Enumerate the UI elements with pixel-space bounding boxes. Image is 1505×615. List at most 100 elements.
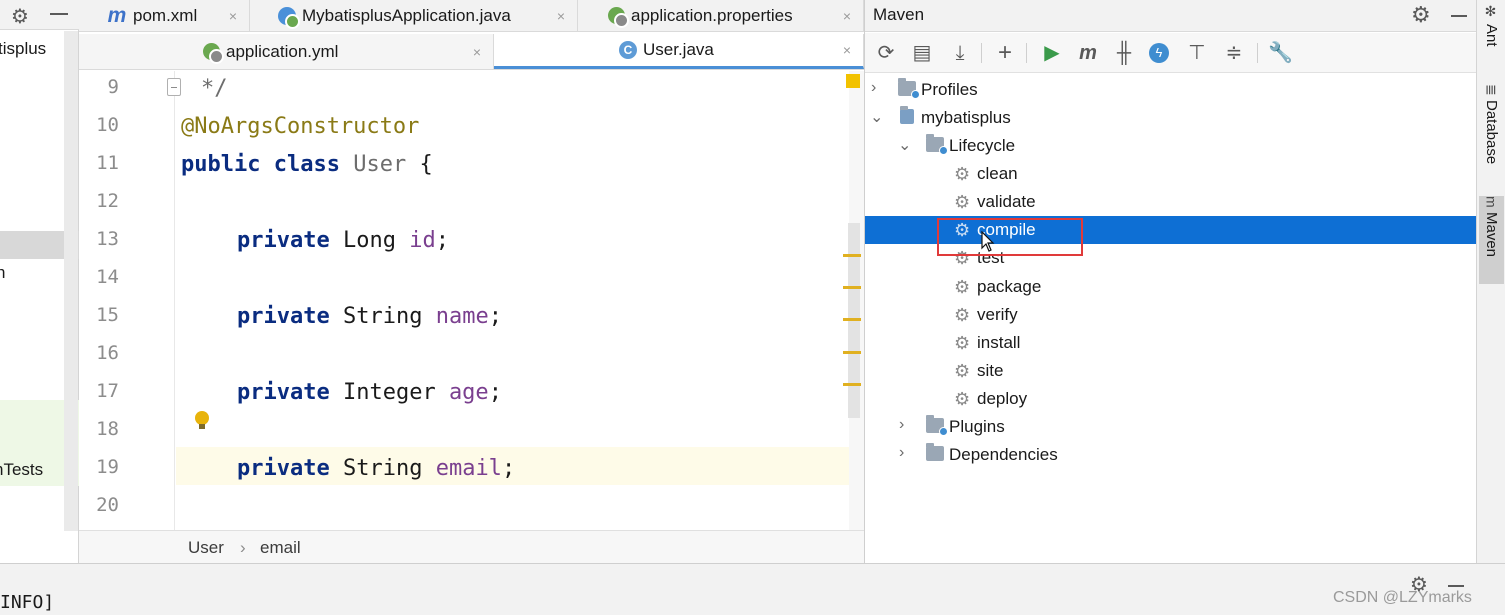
chevron-right-icon[interactable]: ›	[899, 416, 904, 434]
tree-item-phase-package[interactable]: ⚙ package	[865, 273, 1477, 301]
tree-item-phase-verify[interactable]: ⚙ verify	[865, 301, 1477, 329]
project-item-tests[interactable]: nTests	[0, 460, 43, 480]
java-class-icon: C	[619, 41, 637, 59]
minimize-icon[interactable]	[1451, 15, 1467, 17]
tree-label: mybatisplus	[921, 108, 1011, 127]
line-number: 19	[96, 456, 119, 478]
field-email: email	[435, 456, 502, 481]
offline-icon[interactable]: ϟ	[1149, 43, 1169, 63]
chevron-right-icon: ›	[240, 538, 246, 557]
tab-application-yml[interactable]: application.yml ×	[79, 34, 494, 69]
dependencies-folder-icon	[926, 443, 944, 461]
close-icon[interactable]: ×	[473, 44, 481, 60]
phase-label: clean	[977, 164, 1018, 183]
project-scrollbar[interactable]	[64, 31, 78, 531]
gear-icon: ⚙	[954, 164, 971, 184]
line-number: 18	[96, 418, 119, 440]
chevron-down-icon[interactable]: ⌄	[870, 107, 883, 127]
change-marker[interactable]	[843, 254, 861, 257]
tab-label: MybatisplusApplication.java	[302, 5, 511, 25]
tree-item-phase-site[interactable]: ⚙ site	[865, 357, 1477, 385]
show-dependencies-icon[interactable]: ⊤	[1185, 41, 1209, 65]
breadcrumb-member[interactable]: email	[260, 538, 301, 558]
tool-tab-database[interactable]: ≣ Database	[1479, 84, 1504, 180]
warning-marker-icon[interactable]	[846, 74, 860, 88]
line-number: 17	[96, 380, 119, 402]
spring-config-icon	[203, 43, 224, 64]
download-icon[interactable]: ⤓	[948, 41, 972, 65]
tree-item-phase-clean[interactable]: ⚙ clean	[865, 160, 1477, 188]
tree-label: Profiles	[921, 80, 978, 99]
tree-item-lifecycle[interactable]: ⌄ Lifecycle	[865, 132, 1477, 160]
keyword: private	[237, 228, 330, 253]
tree-item-plugins[interactable]: › Plugins	[865, 413, 1477, 441]
tool-tab-maven[interactable]: m Maven	[1479, 196, 1504, 284]
code-line-19: private String email;	[237, 450, 515, 488]
tree-item-phase-deploy[interactable]: ⚙ deploy	[865, 385, 1477, 413]
minimize-icon[interactable]	[1448, 585, 1464, 587]
generate-sources-icon[interactable]: ▤	[910, 41, 934, 65]
tool-tab-ant[interactable]: ✻ Ant	[1479, 4, 1504, 62]
phase-label: verify	[977, 305, 1018, 324]
close-icon[interactable]: ×	[557, 8, 565, 24]
tab-pom-xml[interactable]: m pom.xml ×	[79, 0, 250, 31]
tab-user-java[interactable]: C User.java ×	[494, 34, 864, 69]
gear-icon[interactable]: ⚙	[11, 4, 29, 29]
chevron-down-icon[interactable]: ⌄	[898, 135, 911, 155]
gear-icon: ⚙	[954, 361, 971, 381]
chevron-right-icon[interactable]: ›	[899, 444, 904, 462]
semicolon: ;	[435, 228, 449, 253]
project-item[interactable]: n	[0, 263, 5, 283]
code-area[interactable]: */ @NoArgsConstructor public class User …	[176, 71, 848, 530]
execute-goal-icon[interactable]: m	[1076, 41, 1100, 65]
tree-item-project[interactable]: ⌄ mybatisplus	[865, 104, 1477, 132]
collapse-all-icon[interactable]: ≑	[1222, 41, 1246, 65]
maven-icon: m	[1483, 196, 1500, 208]
tab-label: application.yml	[226, 41, 339, 61]
maven-project-icon	[900, 106, 914, 124]
run-icon[interactable]: ▶	[1040, 41, 1064, 65]
project-item-root[interactable]: tisplus	[0, 39, 46, 59]
change-marker[interactable]	[843, 318, 861, 321]
editor-tab-row-2: application.yml × C User.java ×	[79, 34, 864, 70]
annotation: @NoArgsConstructor	[181, 114, 420, 139]
type: Long	[342, 228, 396, 253]
tree-label: Plugins	[949, 417, 1005, 436]
change-marker[interactable]	[843, 383, 861, 386]
close-icon[interactable]: ×	[843, 42, 851, 58]
breadcrumb-class[interactable]: User	[188, 538, 224, 558]
tree-label: Dependencies	[949, 445, 1058, 464]
project-panel-header: ⚙	[0, 0, 79, 30]
type: Integer	[342, 380, 436, 405]
tree-item-phase-install[interactable]: ⚙ install	[865, 329, 1477, 357]
tab-application-properties[interactable]: application.properties ×	[578, 0, 864, 31]
keyword: class	[273, 152, 340, 177]
close-icon[interactable]: ×	[843, 8, 851, 24]
line-number: 14	[96, 266, 119, 288]
lifecycle-folder-icon	[926, 134, 948, 155]
panel-title: Maven	[873, 5, 925, 24]
console-log-text: INFO]	[0, 592, 55, 613]
add-icon[interactable]: +	[993, 41, 1017, 65]
line-number-gutter: 9 10 11 12 13 14 15 16 17 18 19 20	[79, 71, 175, 530]
watermark: CSDN @LZYmarks	[1333, 589, 1472, 606]
change-marker[interactable]	[843, 286, 861, 289]
skip-tests-icon[interactable]: ╫	[1112, 41, 1136, 65]
tree-item-profiles[interactable]: › Profiles	[865, 76, 1477, 104]
maven-toolbar: ⟳ ▤ ⤓ + ▶ m ╫ ϟ ⊤ ≑ 🔧	[865, 33, 1477, 73]
close-icon[interactable]: ×	[229, 8, 237, 24]
tab-mybatisplus-application[interactable]: MybatisplusApplication.java ×	[250, 0, 578, 31]
change-marker[interactable]	[843, 351, 861, 354]
tree-item-dependencies[interactable]: › Dependencies	[865, 441, 1477, 469]
tree-item-phase-validate[interactable]: ⚙ validate	[865, 188, 1477, 216]
settings-icon[interactable]: 🔧	[1268, 41, 1293, 65]
reload-icon[interactable]: ⟳	[874, 41, 898, 65]
type: String	[342, 456, 423, 481]
chevron-right-icon[interactable]: ›	[871, 79, 876, 97]
tool-tab-label: Ant	[1483, 24, 1500, 47]
brace: {	[419, 152, 433, 177]
code-line-13: private Long id;	[237, 222, 449, 260]
minimize-icon[interactable]	[50, 13, 68, 15]
code-editor: m pom.xml × MybatisplusApplication.java …	[79, 0, 864, 563]
gear-icon[interactable]: ⚙	[1411, 2, 1431, 28]
